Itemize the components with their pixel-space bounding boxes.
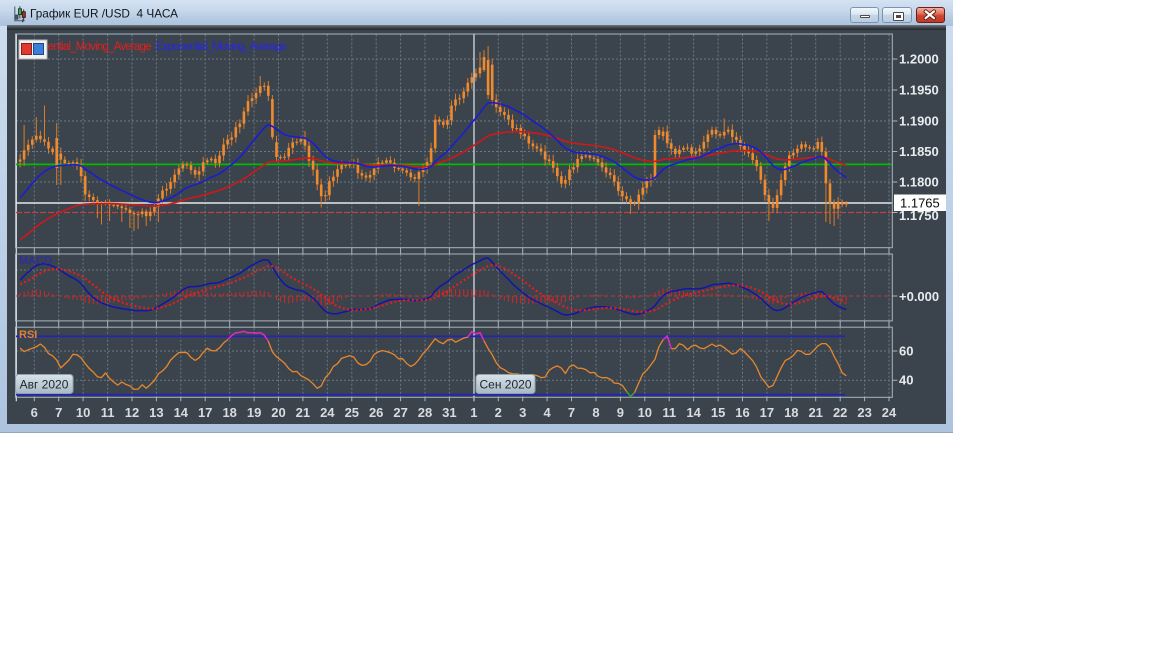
svg-text:1.1765: 1.1765 bbox=[900, 196, 940, 211]
svg-text:21: 21 bbox=[296, 405, 310, 420]
svg-text:15: 15 bbox=[711, 405, 725, 420]
svg-text:1.1950: 1.1950 bbox=[899, 83, 939, 98]
svg-text:18: 18 bbox=[784, 405, 798, 420]
svg-text:24: 24 bbox=[320, 405, 335, 420]
svg-text:26: 26 bbox=[369, 405, 383, 420]
svg-text:1.1850: 1.1850 bbox=[899, 144, 939, 159]
svg-text:40: 40 bbox=[899, 373, 913, 388]
svg-text:25: 25 bbox=[345, 405, 359, 420]
svg-text:Exponential_Moving_Average: Exponential_Moving_Average bbox=[156, 41, 287, 53]
svg-text:10: 10 bbox=[76, 405, 90, 420]
svg-text:13: 13 bbox=[149, 405, 163, 420]
svg-text:18: 18 bbox=[222, 405, 236, 420]
svg-text:14: 14 bbox=[686, 405, 701, 420]
svg-text:11: 11 bbox=[662, 405, 676, 420]
svg-text:4: 4 bbox=[543, 405, 551, 420]
svg-text:График EUR /USD 4 ЧАСА: График EUR /USD 4 ЧАСА bbox=[30, 7, 178, 21]
svg-text:MACD: MACD bbox=[19, 255, 52, 267]
svg-text:60: 60 bbox=[899, 344, 913, 359]
svg-text:RSI: RSI bbox=[19, 329, 37, 341]
svg-text:3: 3 bbox=[519, 405, 526, 420]
svg-text:7: 7 bbox=[55, 405, 62, 420]
svg-text:14: 14 bbox=[174, 405, 189, 420]
svg-text:7: 7 bbox=[568, 405, 575, 420]
svg-text:11: 11 bbox=[101, 405, 115, 420]
svg-text:+0.000: +0.000 bbox=[899, 289, 939, 304]
svg-text:24: 24 bbox=[882, 405, 897, 420]
svg-text:Авг 2020: Авг 2020 bbox=[20, 378, 69, 392]
svg-text:9: 9 bbox=[617, 405, 624, 420]
svg-text:20: 20 bbox=[271, 405, 285, 420]
svg-text:10: 10 bbox=[638, 405, 652, 420]
svg-text:8: 8 bbox=[592, 405, 599, 420]
svg-text:22: 22 bbox=[833, 405, 847, 420]
svg-text:ential_Moving_Average: ential_Moving_Average bbox=[48, 41, 152, 53]
svg-text:16: 16 bbox=[735, 405, 749, 420]
svg-text:1.2000: 1.2000 bbox=[899, 52, 939, 67]
svg-text:1.1900: 1.1900 bbox=[899, 114, 939, 129]
svg-text:28: 28 bbox=[418, 405, 432, 420]
svg-text:23: 23 bbox=[857, 405, 871, 420]
svg-text:31: 31 bbox=[442, 405, 456, 420]
svg-text:Сен 2020: Сен 2020 bbox=[480, 378, 532, 392]
svg-text:19: 19 bbox=[247, 405, 261, 420]
svg-text:17: 17 bbox=[198, 405, 212, 420]
svg-text:12: 12 bbox=[125, 405, 139, 420]
svg-text:1: 1 bbox=[470, 405, 477, 420]
svg-text:17: 17 bbox=[760, 405, 774, 420]
svg-text:6: 6 bbox=[31, 405, 38, 420]
svg-text:21: 21 bbox=[808, 405, 822, 420]
svg-text:2: 2 bbox=[495, 405, 502, 420]
svg-text:27: 27 bbox=[393, 405, 407, 420]
svg-text:1.1800: 1.1800 bbox=[899, 175, 939, 190]
